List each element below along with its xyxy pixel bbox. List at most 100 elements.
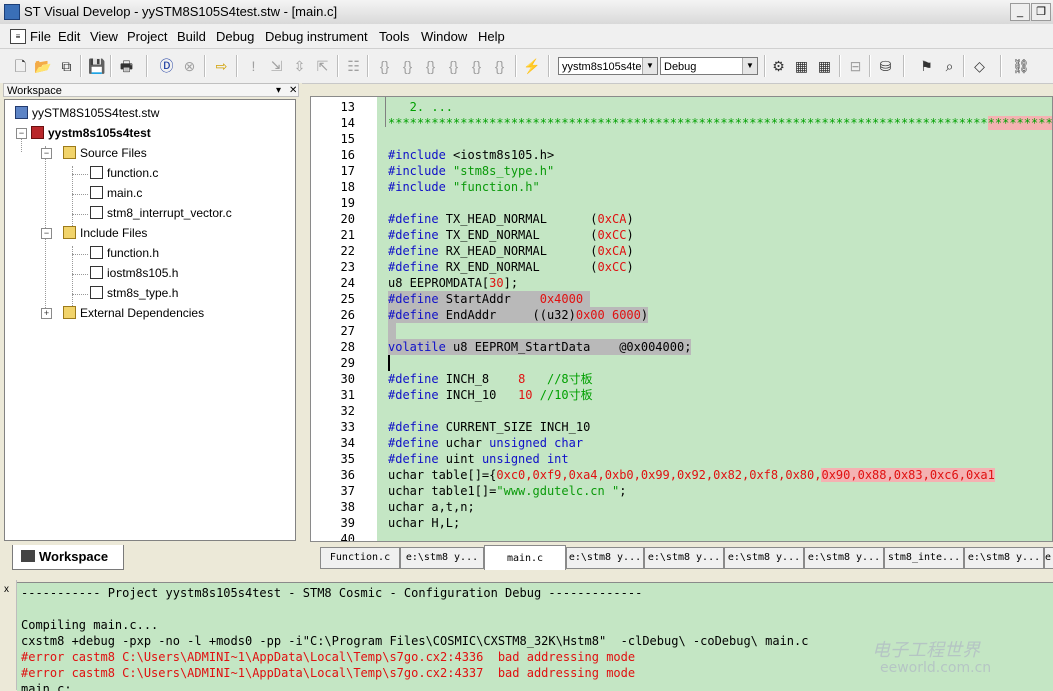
- step-into-icon[interactable]: ⇲: [268, 58, 285, 75]
- collapse-icon[interactable]: −: [41, 228, 52, 239]
- line-number: 20: [340, 212, 355, 226]
- build-icon[interactable]: ⚙: [770, 58, 787, 75]
- project-select[interactable]: yystm8s105s4te ▼: [558, 57, 658, 75]
- code-line-35: #define uint unsigned int: [388, 452, 569, 466]
- tab-editor-5[interactable]: e:\stm8 y...: [644, 547, 724, 569]
- tree-file-stm8s-type-h[interactable]: stm8s_type.h: [90, 284, 178, 302]
- tree-file-label: iostm8s105.h: [107, 266, 179, 280]
- line-number: 13: [340, 100, 355, 114]
- code-editor[interactable]: 13 14 15 16 17 18 19 20 21 22 23 24 25 26 27 28 29 30 31 32…: [310, 96, 1053, 542]
- tree-include-folder-label: Include Files: [80, 226, 148, 240]
- new-file-icon[interactable]: 🗋: [12, 58, 29, 75]
- tab-editor-10[interactable]: e:: [1044, 547, 1053, 569]
- erase-icon[interactable]: ◇: [971, 58, 988, 75]
- brace-2-icon[interactable]: {}: [399, 58, 416, 75]
- brace-6-icon[interactable]: {}: [491, 58, 508, 75]
- go-arrow-icon[interactable]: ⇨: [213, 58, 230, 75]
- tab-editor-9[interactable]: e:\stm8 y...: [964, 547, 1044, 569]
- rebuild-icon[interactable]: ▦: [793, 58, 810, 75]
- tab-editor-4[interactable]: e:\stm8 y...: [566, 547, 644, 569]
- tree-workspace-node[interactable]: yySTM8S105S4test.stw: [15, 104, 159, 122]
- restore-button[interactable]: ❐: [1031, 3, 1051, 21]
- step-over-icon[interactable]: ⇳: [291, 58, 308, 75]
- tab-function-c[interactable]: Function.c: [320, 547, 400, 569]
- expand-icon[interactable]: +: [41, 308, 52, 319]
- tab-editor-2[interactable]: e:\stm8 y...: [400, 547, 484, 569]
- line-number: 31: [340, 388, 355, 402]
- tree-project-node[interactable]: yystm8s105s4test: [31, 124, 151, 142]
- output-line-3: Compiling main.c...: [21, 618, 159, 632]
- close-icon[interactable]: ✕: [289, 84, 297, 98]
- find-in-files-icon[interactable]: ⚑: [918, 58, 935, 75]
- tree-file-interrupt-vector[interactable]: stm8_interrupt_vector.c: [90, 204, 232, 222]
- menu-help[interactable]: Help: [478, 29, 505, 44]
- tree-include-folder[interactable]: Include Files: [63, 224, 147, 242]
- collapse-icon[interactable]: −: [41, 148, 52, 159]
- tree-file-label: main.c: [107, 186, 143, 200]
- line-number: 27: [340, 324, 355, 338]
- workspace-tab[interactable]: Workspace: [12, 545, 124, 570]
- menu-project[interactable]: Project: [127, 29, 167, 44]
- stop-build-icon[interactable]: ⊟: [847, 58, 864, 75]
- code-line-14: ****************************************…: [388, 115, 1052, 131]
- tree-file-label: function.c: [107, 166, 159, 180]
- line-number: 36: [340, 468, 355, 482]
- menu-window[interactable]: Window: [421, 29, 467, 44]
- tree-file-function-h[interactable]: function.h: [90, 244, 159, 262]
- stop-debug-icon[interactable]: ⊗: [181, 58, 198, 75]
- configuration-select[interactable]: Debug ▼: [660, 57, 758, 75]
- code-line-26: #define EndAddr ((u32)0x00 6000): [388, 307, 649, 323]
- output-error-1: #error castm8 C:\Users\ADMINI~1\AppData\…: [21, 650, 636, 664]
- menu-view[interactable]: View: [90, 29, 118, 44]
- disassembly-icon[interactable]: ☷: [345, 58, 362, 75]
- workspace-tab-icon: [21, 550, 35, 562]
- tab-main-c[interactable]: main.c: [484, 545, 566, 570]
- code-line-38: uchar a,t,n;: [388, 500, 475, 514]
- tree-source-folder[interactable]: Source Files: [63, 144, 147, 162]
- build-all-icon[interactable]: ▦: [816, 58, 833, 75]
- h-file-icon: [90, 246, 103, 259]
- step-out-icon[interactable]: ⇱: [314, 58, 331, 75]
- tree-file-main-c[interactable]: main.c: [90, 184, 142, 202]
- menu-debug-instrument[interactable]: Debug instrument: [265, 29, 368, 44]
- tab-editor-6[interactable]: e:\stm8 y...: [724, 547, 804, 569]
- tree-file-function-c[interactable]: function.c: [90, 164, 158, 182]
- breakpoint-icon[interactable]: !: [245, 58, 262, 75]
- programmer-icon[interactable]: ⛓: [1012, 58, 1030, 75]
- save-icon[interactable]: 💾: [88, 58, 105, 75]
- compile-icon[interactable]: ⚡: [523, 58, 540, 75]
- tree-deps-folder[interactable]: External Dependencies: [63, 304, 204, 322]
- open-workspace-icon[interactable]: ⧉: [58, 58, 75, 75]
- tree-file-iostm8s105-h[interactable]: iostm8s105.h: [90, 264, 178, 282]
- minimize-button[interactable]: _: [1010, 3, 1030, 21]
- menu-build[interactable]: Build: [177, 29, 206, 44]
- menu-edit[interactable]: Edit: [58, 29, 80, 44]
- brace-4-icon[interactable]: {}: [445, 58, 462, 75]
- menu-bar: ≡ File Edit View Project Build Debug Deb…: [0, 24, 1053, 49]
- configuration-select-value: Debug: [664, 61, 697, 73]
- watermark-logo: 电子工程世界: [872, 640, 980, 661]
- folder-icon: [63, 306, 76, 319]
- menu-tools[interactable]: Tools: [379, 29, 409, 44]
- print-icon[interactable]: 🖶: [118, 58, 135, 75]
- dropdown-icon[interactable]: ▾: [276, 84, 281, 98]
- find-icon[interactable]: ⌕: [941, 58, 958, 75]
- chevron-down-icon[interactable]: ▼: [642, 58, 657, 74]
- brace-3-icon[interactable]: {}: [422, 58, 439, 75]
- menu-file[interactable]: File: [30, 29, 51, 44]
- project-icon: [31, 126, 44, 139]
- workspace-panel: Workspace ▾ ✕ yySTM8S105S4test.stw − yys…: [0, 83, 302, 576]
- close-icon[interactable]: x: [4, 584, 9, 595]
- code-line-24: u8 EEPROMDATA[30];: [388, 276, 519, 290]
- batch-build-icon[interactable]: ⛁: [877, 58, 894, 75]
- brace-5-icon[interactable]: {}: [468, 58, 485, 75]
- document-menu-icon[interactable]: ≡: [10, 29, 26, 44]
- menu-debug[interactable]: Debug: [216, 29, 254, 44]
- chevron-down-icon[interactable]: ▼: [742, 58, 757, 74]
- tab-stm8-interrupt[interactable]: stm8_inte...: [884, 547, 964, 569]
- open-file-icon[interactable]: 📂: [34, 58, 51, 75]
- brace-1-icon[interactable]: {}: [376, 58, 393, 75]
- debug-start-icon[interactable]: Ⓓ: [158, 58, 175, 75]
- tab-editor-7[interactable]: e:\stm8 y...: [804, 547, 884, 569]
- collapse-icon[interactable]: −: [16, 128, 27, 139]
